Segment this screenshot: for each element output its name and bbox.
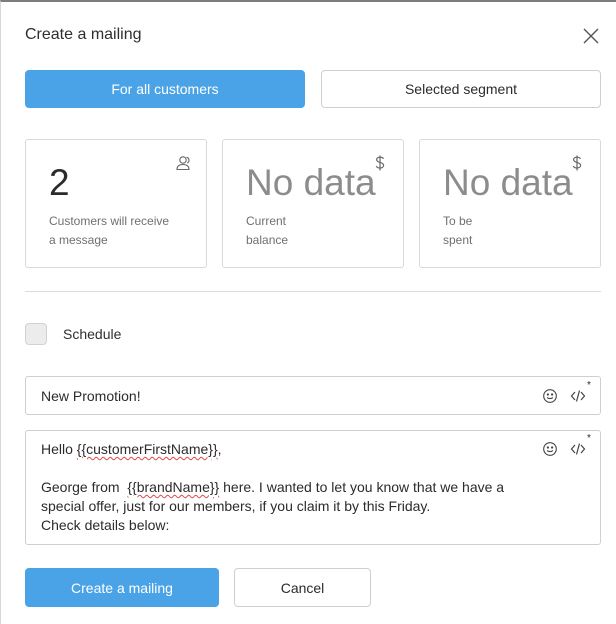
customers-count-desc-line2: a message <box>49 233 108 247</box>
current-balance-card: No data Current balance <box>222 139 404 268</box>
for-all-customers-button[interactable]: For all customers <box>25 70 305 108</box>
selected-segment-button[interactable]: Selected segment <box>321 70 601 108</box>
to-be-spent-desc: To be spent <box>443 212 583 250</box>
close-icon[interactable] <box>581 26 601 46</box>
brand-name-variable: {{brandName}} <box>127 479 220 495</box>
dollar-icon <box>568 154 586 172</box>
customers-count-desc-line1: Customers will receive <box>49 214 170 228</box>
message-body-field[interactable]: Hello {{customerFirstName}}, George from… <box>25 430 601 545</box>
create-mailing-button[interactable]: Create a mailing <box>25 568 219 607</box>
message-blank-line <box>41 459 511 478</box>
cancel-button[interactable]: Cancel <box>234 568 371 607</box>
dollar-icon <box>371 154 389 172</box>
message-line-4: Check details below: <box>41 517 170 533</box>
code-icon[interactable] <box>570 441 586 457</box>
message-body-text[interactable]: Hello {{customerFirstName}}, George from… <box>41 440 511 535</box>
users-icon <box>174 154 192 172</box>
schedule-checkbox[interactable] <box>25 323 47 345</box>
to-be-spent-desc-line1: To be <box>443 214 473 228</box>
message-line-1-suffix: , <box>217 441 222 457</box>
to-be-spent-card: No data To be spent <box>419 139 601 268</box>
current-balance-desc: Current balance <box>246 212 386 250</box>
message-required-mark: * <box>587 433 591 444</box>
message-line-1: Hello {{customerFirstName}}, <box>41 440 511 459</box>
message-line-3: special offer, just for our members, if … <box>41 498 431 514</box>
message-line-1-prefix: Hello <box>41 441 77 457</box>
customers-count-card: 2 Customers will receive a message <box>25 139 207 268</box>
customers-count-desc: Customers will receive a message <box>49 212 189 250</box>
smiley-icon[interactable] <box>542 388 558 404</box>
subject-required-mark: * <box>587 380 591 391</box>
schedule-label: Schedule <box>63 326 122 342</box>
dialog-title: Create a mailing <box>25 26 142 43</box>
smiley-icon[interactable] <box>542 441 558 457</box>
customers-count-value: 2 <box>49 162 70 203</box>
subject-value[interactable]: New Promotion! <box>41 388 141 404</box>
section-divider <box>25 291 601 292</box>
message-line-2-prefix: George from <box>41 479 128 495</box>
code-icon[interactable] <box>570 388 586 404</box>
customer-first-name-variable: {{customerFirstName}} <box>76 441 218 457</box>
current-balance-value: No data <box>246 162 376 203</box>
create-mailing-dialog: Create a mailing For all customers Selec… <box>0 0 616 624</box>
to-be-spent-desc-line2: spent <box>443 233 473 247</box>
message-line-2-suffix: here. I wanted to let you know that we h… <box>219 479 505 495</box>
message-line-2: George from {{brandName}} here. I wanted… <box>41 478 511 497</box>
subject-field[interactable]: New Promotion! * <box>25 376 601 415</box>
current-balance-desc-line2: balance <box>246 233 289 247</box>
to-be-spent-value: No data <box>443 162 573 203</box>
current-balance-desc-line1: Current <box>246 214 287 228</box>
